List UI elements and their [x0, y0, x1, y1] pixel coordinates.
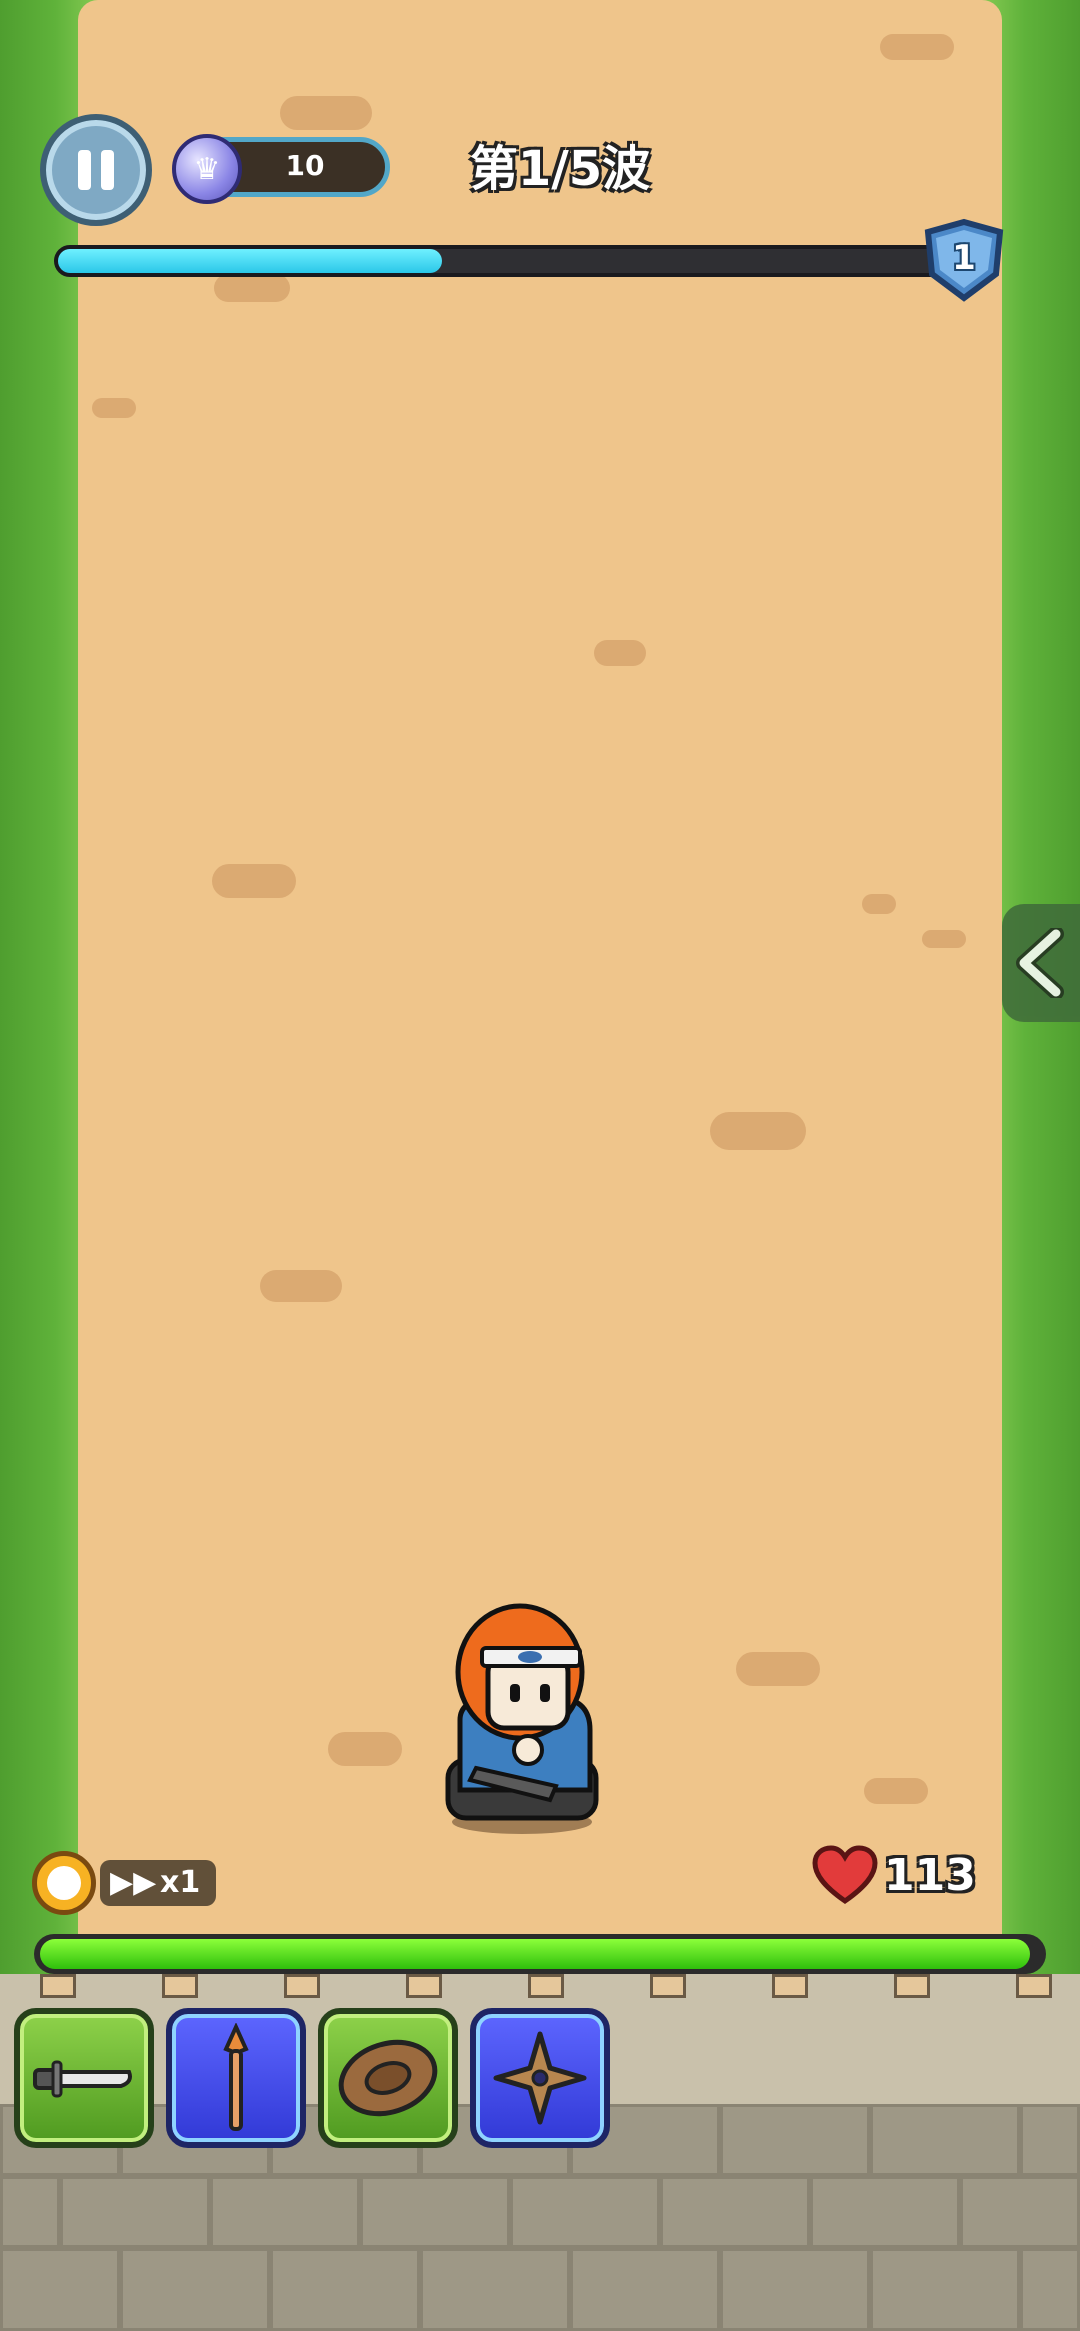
dirt-patch [922, 930, 966, 948]
wall-brick [210, 2176, 360, 2248]
gem-count: 10 [285, 149, 325, 182]
wall-brick [810, 2176, 960, 2248]
shuriken-icon [493, 2031, 587, 2125]
shield-icon [338, 2039, 438, 2117]
dirt-patch [328, 1732, 402, 1766]
skill-slot-spear[interactable] [166, 2008, 306, 2148]
dirt-patch [736, 1652, 820, 1686]
dirt-patch [864, 1778, 928, 1804]
wall-brick [120, 2248, 270, 2331]
wall-hp-fill [40, 1939, 1030, 1969]
skill-slot-shield[interactable] [318, 2008, 458, 2148]
dirt-patch [212, 864, 296, 898]
wall-brick [660, 2176, 810, 2248]
wave-label: 第1/5波 [469, 141, 651, 197]
wall-brick [870, 2248, 1020, 2331]
crenel [1016, 1974, 1052, 1998]
crenel [40, 1974, 76, 1998]
pause-icon [78, 150, 91, 190]
dirt-patch [214, 274, 290, 302]
wall-brick [270, 2248, 420, 2331]
wall-brick [60, 2176, 210, 2248]
fast-forward-icon: ▶▶ [110, 1865, 157, 1900]
dirt-patch [594, 640, 646, 666]
crenel [406, 1974, 442, 1998]
spear-icon [223, 2023, 249, 2131]
wall-brick [0, 2176, 60, 2248]
ninja-hero [445, 1603, 599, 1834]
skill-slot-sword[interactable] [14, 2008, 154, 2148]
wall-brick [720, 2104, 870, 2176]
wall-brick [420, 2248, 570, 2331]
wall-brick [360, 2176, 510, 2248]
level-number: 1 [952, 238, 976, 278]
side-panel-toggle[interactable] [1002, 904, 1080, 1022]
dirt-patch [880, 34, 954, 60]
clock-icon[interactable] [32, 1851, 96, 1915]
crenel [528, 1974, 564, 1998]
wall-brick [720, 2248, 870, 2331]
skill-slot-shuriken[interactable] [470, 2008, 610, 2148]
wall-brick [960, 2176, 1080, 2248]
crenel [284, 1974, 320, 1998]
dirt-patch [862, 894, 896, 914]
wave-progress-fill [58, 249, 442, 273]
wall-brick [1020, 2104, 1080, 2176]
wall-brick [870, 2104, 1020, 2176]
dirt-patch [92, 398, 136, 418]
crown-gem-icon: ♛ [172, 134, 242, 204]
pause-button[interactable] [40, 114, 152, 226]
wall-brick [0, 2248, 120, 2331]
sword-icon [33, 2060, 132, 2098]
dirt-patch [260, 1270, 342, 1302]
speed-multiplier: x1 [160, 1865, 201, 1900]
wall-brick [570, 2248, 720, 2331]
hp-value: 113 [884, 1850, 976, 1901]
dirt-patch [280, 96, 372, 130]
wall-brick [1020, 2248, 1080, 2331]
crenel [162, 1974, 198, 1998]
crenel [894, 1974, 930, 1998]
chevron-left-icon [1016, 928, 1064, 998]
wall-brick [510, 2176, 660, 2248]
crenel [650, 1974, 686, 1998]
heart-icon [812, 1845, 878, 1905]
dirt-patch [710, 1112, 806, 1150]
crenel [772, 1974, 808, 1998]
